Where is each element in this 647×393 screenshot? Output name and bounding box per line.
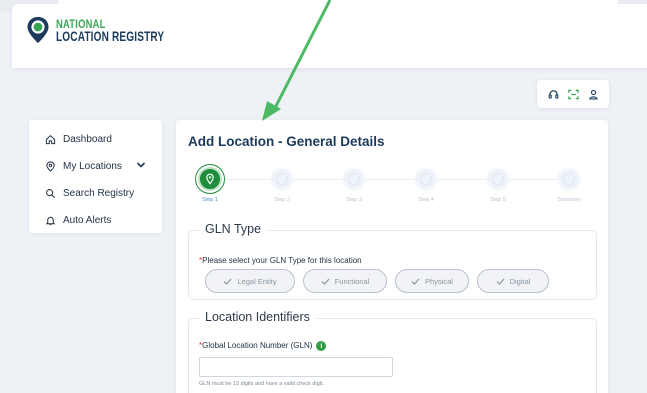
gln-label: *Global Location Number (GLN) i [199,341,327,351]
step-label: Step 5 [490,197,506,203]
gln-type-legal-entity-button[interactable]: Legal Entity [205,269,295,293]
step-4[interactable]: Step 4 [396,167,456,203]
check-icon [223,278,232,285]
gln-input[interactable] [199,357,393,377]
logo-line-2: LOCATION REGISTRY [56,28,165,44]
search-icon [44,188,56,199]
gln-type-digital-button[interactable]: Digital [477,269,549,293]
check-icon [321,278,330,285]
app-header: NATIONAL LOCATION REGISTRY [12,4,647,68]
step-1[interactable]: Step 1 [180,167,240,203]
gln-type-functional-button[interactable]: Functional [303,269,387,293]
sidebar-item-dashboard[interactable]: Dashboard [29,126,162,153]
gln-type-legend: GLN Type [199,222,268,236]
sidebar-item-label: Auto Alerts [63,215,112,226]
check-icon [496,278,505,285]
gln-type-prompt: *Please select your GLN Type for this lo… [199,256,362,265]
sidebar-item-auto-alerts[interactable]: Auto Alerts [29,207,162,234]
sidebar-item-label: My Locations [63,161,122,172]
arrow-head-icon [262,101,281,121]
stepper: Step 1 Step 2 Step 3 Step 4 Step 5 Summa… [176,164,608,214]
gln-type-fieldset: GLN Type *Please select your GLN Type fo… [188,222,597,300]
location-identifiers-legend: Location Identifiers [199,310,316,324]
step-label: Step 1 [202,197,218,203]
user-icon[interactable] [588,89,599,100]
check-icon [411,278,420,285]
bell-icon [44,215,56,226]
info-icon[interactable]: i [316,341,327,351]
step-label: Step 4 [418,197,434,203]
sidebar-item-label: Dashboard [63,134,112,145]
step-1-active-icon [198,167,222,191]
header-toolbar [537,80,609,108]
step-label: Summary [557,197,581,203]
chevron-down-icon[interactable] [136,161,146,172]
step-2[interactable]: Step 2 [252,167,312,203]
logo[interactable]: NATIONAL LOCATION REGISTRY [26,16,206,44]
sidebar-item-search-registry[interactable]: Search Registry [29,180,162,207]
location-pin-icon [44,161,56,172]
step-summary[interactable]: Summary [539,167,599,203]
sidebar-item-label: Search Registry [63,188,135,199]
location-identifiers-fieldset: Location Identifiers *Global Location Nu… [188,310,597,393]
add-location-card: Add Location - General Details Step 1 St… [176,120,608,393]
step-3[interactable]: Step 3 [324,167,384,203]
step-label: Step 2 [274,197,290,203]
step-label: Step 3 [346,197,362,203]
page-title: Add Location - General Details [188,134,385,149]
scan-icon[interactable] [567,89,579,100]
step-5[interactable]: Step 5 [468,167,528,203]
gln-type-options: Legal Entity Functional Physical Digital [205,269,557,293]
gln-type-physical-button[interactable]: Physical [395,269,469,293]
sidebar-item-my-locations[interactable]: My Locations [29,153,162,180]
location-pin-logo-icon [27,17,49,43]
headset-icon[interactable] [548,89,559,100]
gln-hint: GLN must be 13 digits and have a valid c… [199,381,325,387]
home-icon [44,134,56,145]
sidebar: Dashboard My Locations Search Registry A… [29,120,162,233]
